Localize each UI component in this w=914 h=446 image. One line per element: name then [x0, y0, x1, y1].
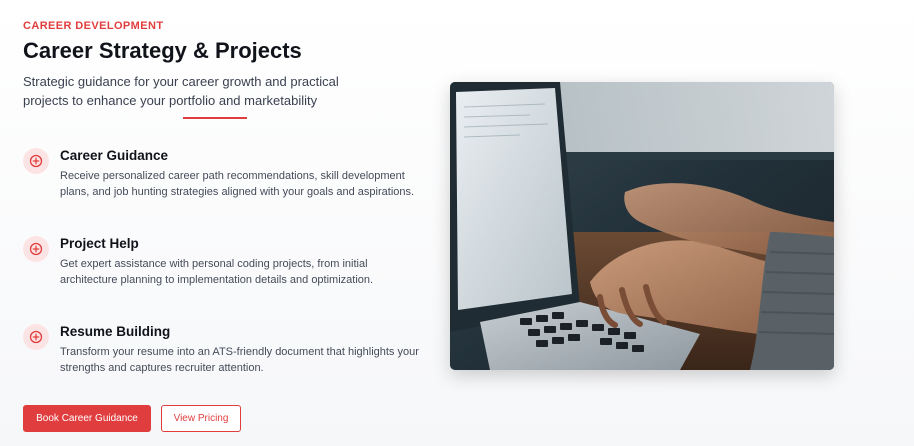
feature-description: Get expert assistance with personal codi…	[60, 258, 374, 286]
feature-description: Transform your resume into an ATS-friend…	[60, 346, 419, 374]
feature-title: Resume Building	[60, 324, 171, 339]
feature-title: Project Help	[60, 236, 139, 251]
plus-circle-icon	[23, 148, 49, 174]
feature-title: Career Guidance	[60, 148, 169, 163]
title-divider	[183, 117, 247, 119]
page-title: Career Strategy & Projects	[23, 38, 302, 63]
book-career-guidance-button[interactable]: Book Career Guidance	[23, 405, 151, 432]
hands-typing-on-laptop-photo	[450, 82, 834, 370]
feature-description: Receive personalized career path recomme…	[60, 170, 415, 198]
section-subtitle: Strategic guidance for your career growt…	[23, 74, 339, 108]
section-eyebrow: CAREER DEVELOPMENT	[23, 20, 164, 32]
view-pricing-button[interactable]: View Pricing	[161, 405, 241, 432]
plus-circle-icon	[23, 236, 49, 262]
plus-circle-icon	[23, 324, 49, 350]
